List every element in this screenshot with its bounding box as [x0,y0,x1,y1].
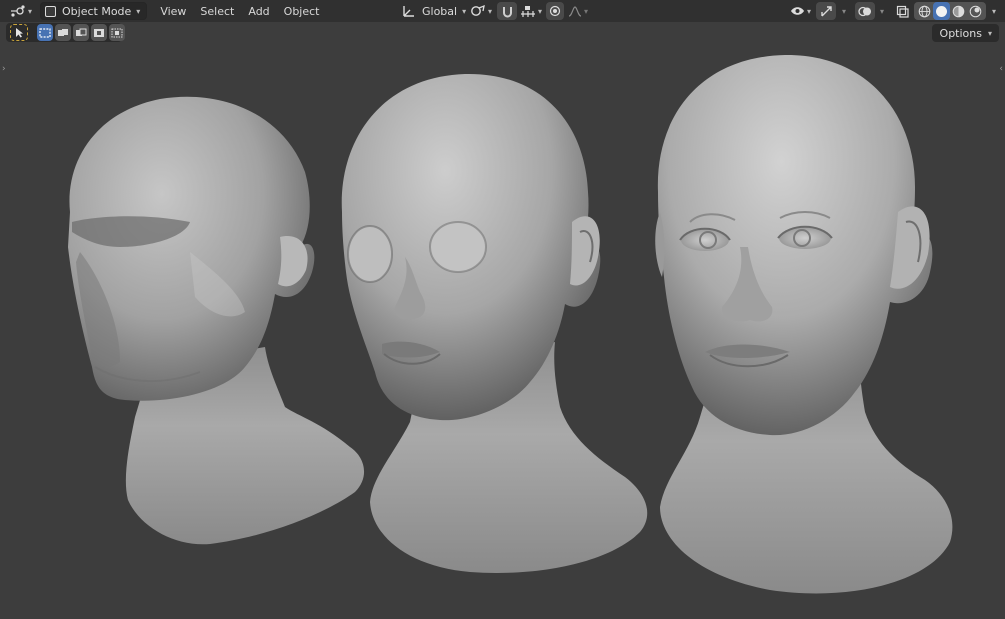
wireframe-sphere-icon [918,5,931,17]
gizmo-toggle[interactable] [816,2,836,20]
select-mode-extend-button[interactable] [55,24,71,41]
high-res-head[interactable] [655,54,953,594]
snap-increment-icon [521,5,535,17]
pivot-point-dropdown[interactable]: ▾ [468,2,494,20]
options-label: Options [939,26,982,40]
select-tool-button[interactable] [10,24,28,41]
select-invert-icon [94,28,104,37]
cursor-icon [16,28,23,38]
chevron-down-icon: ▾ [462,6,467,16]
shading-solid-button[interactable] [933,2,950,20]
select-new-icon [39,27,51,38]
proportional-falloff-dropdown[interactable]: ▾ [566,2,590,20]
overlays-dropdown[interactable]: ▾ [876,2,886,20]
sidebar-expand-arrow-icon[interactable]: ‹ [999,64,1003,74]
chevron-down-icon: ▾ [584,6,589,16]
viewport-header: ▾ Object Mode ▾ View Select Add Object G… [0,0,1005,22]
chevron-down-icon: ▾ [538,6,543,16]
options-dropdown[interactable]: Options ▾ [931,24,999,42]
select-extend-icon [58,28,68,36]
menu-add[interactable]: Add [241,2,276,20]
transform-orientation-label: Global [422,4,458,18]
object-data-icon [10,5,25,17]
solid-sphere-icon [936,5,947,17]
select-intersect-icon [111,28,123,37]
viewport-canvas[interactable] [0,22,1005,619]
menu-select[interactable]: Select [193,2,241,20]
object-mode-icon [45,5,56,17]
overlay-icon [858,6,871,16]
menu-object[interactable]: Object [277,2,327,20]
select-mode-intersect-button[interactable] [109,24,125,41]
shading-wireframe-button[interactable] [916,2,933,20]
link-icon [471,4,485,16]
chevron-down-icon: ▾ [807,6,812,16]
chevron-down-icon: ▾ [879,6,884,16]
proportional-editing-toggle[interactable] [546,2,564,20]
chevron-down-icon: ▾ [987,28,992,38]
overlays-toggle[interactable] [855,2,875,20]
xray-toggle[interactable] [893,2,911,20]
gizmo-dropdown[interactable]: ▾ [838,2,848,20]
xray-icon [896,5,909,18]
visibility-dropdown[interactable]: ▾ [788,2,813,20]
mode-label: Object Mode [62,4,132,18]
gizmo-icon [820,5,832,16]
chevron-down-icon: ▾ [841,6,846,16]
material-sphere-icon [952,5,965,17]
rendered-sphere-icon [969,5,982,17]
mode-dropdown[interactable]: Object Mode ▾ [40,2,148,20]
transform-orientation-dropdown[interactable]: Global ▾ [398,2,470,20]
shading-rendered-button[interactable] [967,2,984,20]
chevron-down-icon: ▾ [488,6,493,16]
orientation-icon [403,6,414,17]
chevron-down-icon: ▾ [136,6,141,16]
shading-material-button[interactable] [950,2,967,20]
low-res-head[interactable] [68,96,365,545]
shading-dropdown[interactable]: ▾ [987,2,999,20]
chevron-down-icon: ▾ [991,6,996,16]
select-subtract-icon [76,28,87,36]
select-mode-invert-button[interactable] [91,24,107,41]
snap-toggle[interactable] [497,2,517,20]
falloff-curve-icon [568,6,582,17]
select-mode-subtract-button[interactable] [73,24,89,41]
chevron-down-icon: ▾ [27,6,32,16]
circle-dot-icon [549,5,561,17]
eye-icon [791,7,804,15]
toolbar-expand-arrow-icon[interactable]: › [2,64,6,74]
magnet-icon [502,6,512,17]
3d-viewport[interactable] [0,22,1005,619]
snap-target-dropdown[interactable]: ▾ [518,2,544,20]
select-mode-new-button[interactable] [37,24,53,41]
menu-view[interactable]: View [153,2,193,20]
editor-type-button[interactable]: ▾ [6,2,36,20]
mid-res-head[interactable] [341,73,648,573]
